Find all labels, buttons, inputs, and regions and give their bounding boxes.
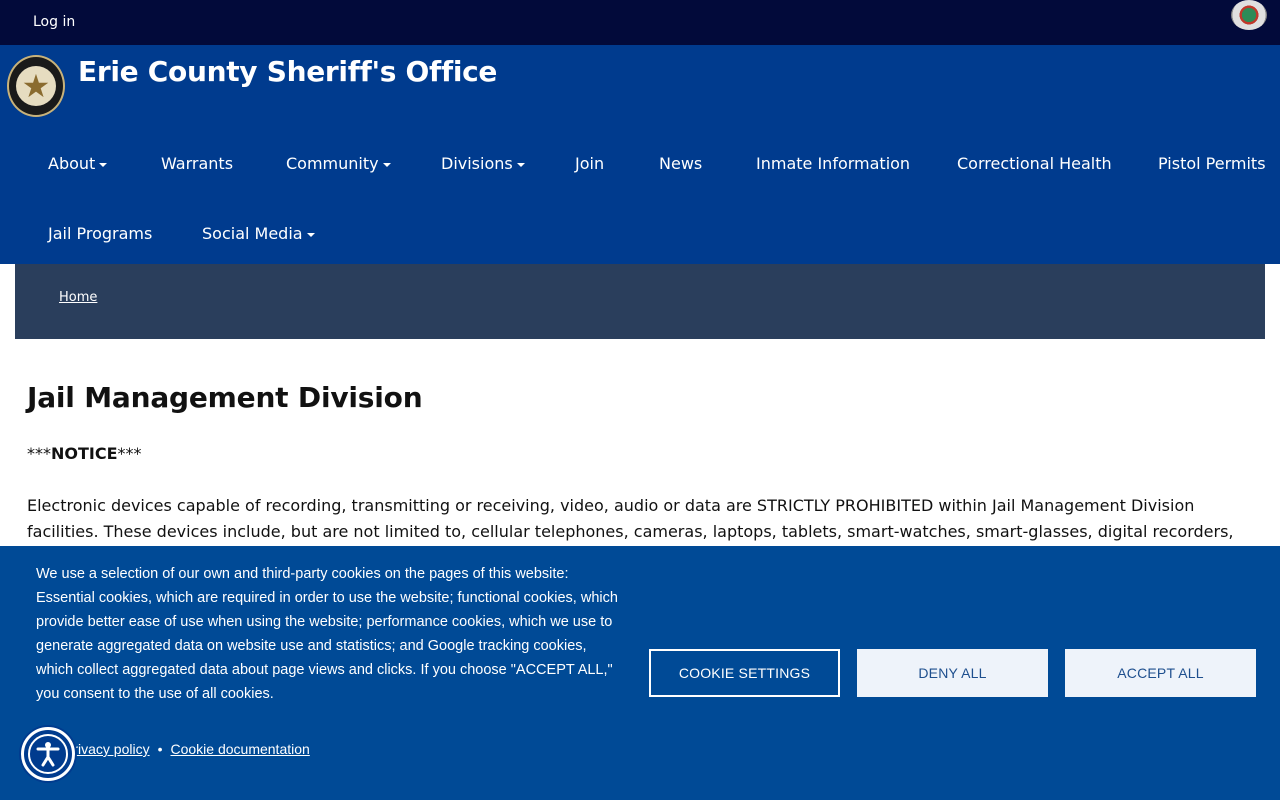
nav-jail-programs[interactable]: Jail Programs [48, 224, 152, 243]
nav-warrants[interactable]: Warrants [161, 154, 233, 173]
nav-join-label: Join [575, 154, 605, 173]
notice-prefix: *** [27, 444, 51, 463]
notice-label: NOTICE [51, 444, 118, 463]
nav-social-media[interactable]: Social Media [202, 224, 315, 243]
nav-join[interactable]: Join [575, 154, 604, 173]
login-link[interactable]: Log in [33, 14, 75, 30]
nav-inmate-information-label: Inmate Information [756, 154, 911, 173]
nav-community-label: Community [286, 154, 379, 173]
notice-suffix: *** [117, 444, 142, 463]
notice-heading: ***NOTICE*** [27, 444, 142, 463]
nav-social-media-label: Social Media [202, 224, 303, 243]
cookie-links: Privacy policy • Cookie documentation [64, 741, 310, 757]
link-separator: • [157, 741, 163, 757]
nav-divisions-label: Divisions [441, 154, 513, 173]
breadcrumb: Home [15, 264, 1265, 339]
nav-about-label: About [48, 154, 96, 173]
site-title[interactable]: Erie County Sheriff's Office [78, 55, 497, 88]
badge-star-icon: ★ [16, 66, 56, 106]
accept-all-button[interactable]: ACCEPT ALL [1065, 649, 1256, 697]
nav-divisions[interactable]: Divisions [441, 154, 525, 173]
breadcrumb-home-link[interactable]: Home [59, 290, 97, 305]
nav-jail-programs-label: Jail Programs [48, 224, 153, 243]
page-title: Jail Management Division [27, 381, 423, 414]
nav-pistol-permits[interactable]: Pistol Permits [1158, 154, 1266, 173]
nav-community[interactable]: Community [286, 154, 391, 173]
nav-correctional-health[interactable]: Correctional Health [957, 154, 1112, 173]
top-utility-bar: Log in [0, 0, 1280, 45]
nav-inmate-information[interactable]: Inmate Information [756, 154, 910, 173]
cookie-banner: We use a selection of our own and third-… [0, 546, 1280, 800]
chevron-down-icon [516, 162, 525, 167]
chevron-down-icon [99, 162, 108, 167]
nav-correctional-health-label: Correctional Health [957, 154, 1112, 173]
cookie-settings-button[interactable]: COOKIE SETTINGS [649, 649, 840, 697]
nav-news-label: News [659, 154, 703, 173]
nav-pistol-permits-label: Pistol Permits [1158, 154, 1266, 173]
cookie-documentation-link[interactable]: Cookie documentation [171, 741, 310, 757]
nav-about[interactable]: About [48, 154, 108, 173]
nav-news[interactable]: News [659, 154, 702, 173]
nav-warrants-label: Warrants [161, 154, 234, 173]
privacy-policy-link[interactable]: Privacy policy [64, 741, 150, 757]
body-paragraph: Electronic devices capable of recording,… [27, 496, 1234, 541]
county-seal-icon[interactable] [1231, 0, 1267, 30]
accessibility-button[interactable] [21, 727, 75, 781]
accessibility-icon [28, 734, 68, 774]
deny-all-button[interactable]: DENY ALL [857, 649, 1048, 697]
chevron-down-icon [382, 162, 391, 167]
site-header: ★ Erie County Sheriff's Office About War… [0, 45, 1280, 264]
cookie-text: We use a selection of our own and third-… [36, 566, 618, 702]
sheriff-badge-icon[interactable]: ★ [7, 55, 65, 117]
chevron-down-icon [306, 232, 315, 237]
